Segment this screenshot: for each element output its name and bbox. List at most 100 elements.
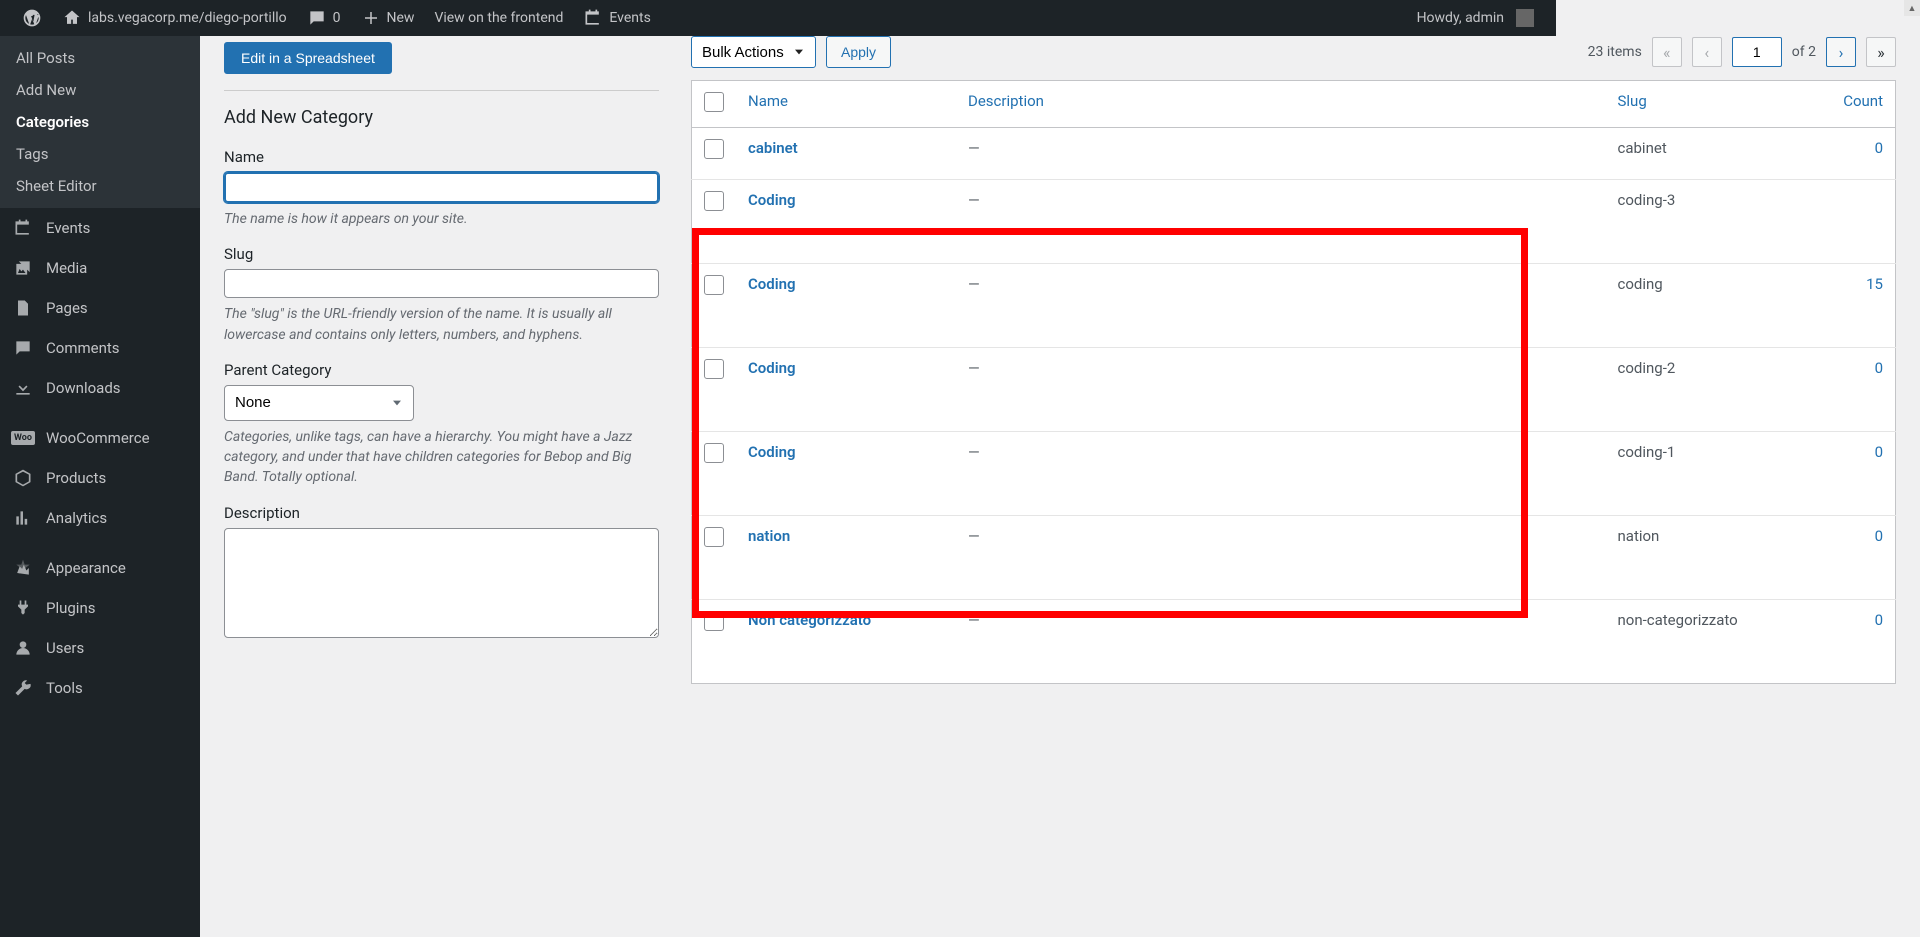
home-icon [62,8,82,28]
menu-plugins[interactable]: Plugins [0,588,200,628]
description-textarea[interactable] [224,528,659,638]
comment-icon [307,8,327,28]
category-count-link[interactable]: 0 [1875,139,1883,157]
category-name-link[interactable]: Non categorizzato [748,611,871,629]
new-content-link[interactable]: New [351,0,425,36]
menu-analytics[interactable]: Analytics [0,498,200,538]
category-name-link[interactable]: Coding [748,359,796,377]
menu-products[interactable]: Products [0,458,200,498]
menu-downloads[interactable]: Downloads [0,368,200,408]
menu-woocommerce[interactable]: WooWooCommerce [0,418,200,458]
menu-pages[interactable]: Pages [0,288,200,328]
posts-submenu-item[interactable]: Tags [0,138,200,170]
view-frontend-link[interactable]: View on the frontend [424,0,573,36]
category-slug: non-categorizzato [1618,611,1738,629]
slug-label: Slug [224,245,659,263]
site-name: labs.vegacorp.me/diego-portillo [88,10,287,26]
category-slug: nation [1618,527,1660,545]
row-checkbox[interactable] [704,191,724,211]
slug-help: The "slug" is the URL-friendly version o… [224,304,659,345]
category-count-link[interactable]: 15 [1866,275,1883,293]
events-link[interactable]: Events [573,0,660,36]
edit-spreadsheet-button[interactable]: Edit in a Spreadsheet [224,42,392,74]
category-description: — [968,527,980,545]
select-all-checkbox[interactable] [704,92,724,112]
parent-category-select[interactable]: None [224,385,414,421]
table-row: Coding—coding-3 [692,180,1896,264]
row-checkbox[interactable] [704,443,724,463]
table-row: Coding — coding 15 [692,264,1896,348]
prev-page-button[interactable]: ‹ [1692,37,1722,67]
slug-input[interactable] [224,269,659,298]
wp-logo-menu[interactable] [12,0,52,36]
category-description: — [968,611,980,629]
add-category-heading: Add New Category [224,107,659,128]
analytics-icon [12,507,34,529]
category-count-link[interactable]: 0 [1875,443,1883,461]
products-icon [12,467,34,489]
category-name-link[interactable]: nation [748,527,790,545]
current-page-input[interactable] [1732,37,1782,67]
admin-sidebar: All PostsAdd NewCategoriesTagsSheet Edit… [0,36,200,937]
plus-icon [361,8,381,28]
parent-category-label: Parent Category [224,361,659,379]
tools-icon [12,677,34,699]
users-icon [12,637,34,659]
row-checkbox[interactable] [704,275,724,295]
scrollbar-up-arrow[interactable] [1904,0,1920,16]
category-description: — [968,275,980,293]
category-list-column: Bulk Actions Apply 23 items « ‹ of 2 › » [691,36,1896,684]
page-body: Edit in a Spreadsheet Add New Category N… [200,36,1920,937]
posts-submenu-item[interactable]: Sheet Editor [0,170,200,202]
appearance-icon [12,557,34,579]
menu-media[interactable]: Media [0,248,200,288]
woocommerce-icon: Woo [12,427,34,449]
category-name-link[interactable]: cabinet [748,139,798,157]
next-page-button[interactable]: › [1826,37,1856,67]
menu-users[interactable]: Users [0,628,200,668]
row-checkbox[interactable] [704,611,724,631]
events-icon [12,217,34,239]
category-name-link[interactable]: Coding [748,443,796,461]
column-description[interactable]: Description [956,81,1606,128]
row-checkbox[interactable] [704,527,724,547]
wordpress-logo-icon [22,8,42,28]
table-row: cabinet—cabinet0 [692,128,1896,180]
site-home-link[interactable]: labs.vegacorp.me/diego-portillo [52,0,297,36]
row-checkbox[interactable] [704,139,724,159]
howdy-link[interactable]: Howdy, admin [1407,0,1544,36]
posts-submenu-item[interactable]: Categories [0,106,200,138]
column-name[interactable]: Name [736,81,956,128]
category-name-link[interactable]: Coding [748,191,796,209]
menu-appearance[interactable]: Appearance [0,548,200,588]
name-input[interactable] [224,172,659,203]
page-total: of 2 [1792,44,1816,60]
howdy-text: Howdy, admin [1417,10,1504,26]
menu-events[interactable]: Events [0,208,200,248]
category-slug: coding-1 [1618,443,1676,461]
column-count[interactable]: Count [1806,81,1896,128]
category-slug: coding [1618,275,1663,293]
first-page-button[interactable]: « [1652,37,1682,67]
comments-link[interactable]: 0 [297,0,351,36]
last-page-button[interactable]: » [1866,37,1896,67]
category-count-link[interactable]: 0 [1875,611,1883,629]
name-help: The name is how it appears on your site. [224,209,659,229]
description-label: Description [224,504,659,522]
column-slug[interactable]: Slug [1606,81,1806,128]
downloads-icon [12,377,34,399]
posts-submenu-item[interactable]: Add New [0,74,200,106]
bulk-actions-select[interactable]: Bulk Actions [691,36,816,68]
posts-submenu: All PostsAdd NewCategoriesTagsSheet Edit… [0,36,200,208]
category-count-link[interactable]: 0 [1875,359,1883,377]
category-name-link[interactable]: Coding [748,275,796,293]
menu-comments[interactable]: Comments [0,328,200,368]
category-slug: coding-2 [1618,359,1676,377]
table-row: nation — nation 0 [692,516,1896,600]
posts-submenu-item[interactable]: All Posts [0,42,200,74]
row-checkbox[interactable] [704,359,724,379]
menu-tools[interactable]: Tools [0,668,200,708]
category-count-link[interactable]: 0 [1875,527,1883,545]
category-description: — [968,443,980,461]
apply-button[interactable]: Apply [826,36,891,68]
